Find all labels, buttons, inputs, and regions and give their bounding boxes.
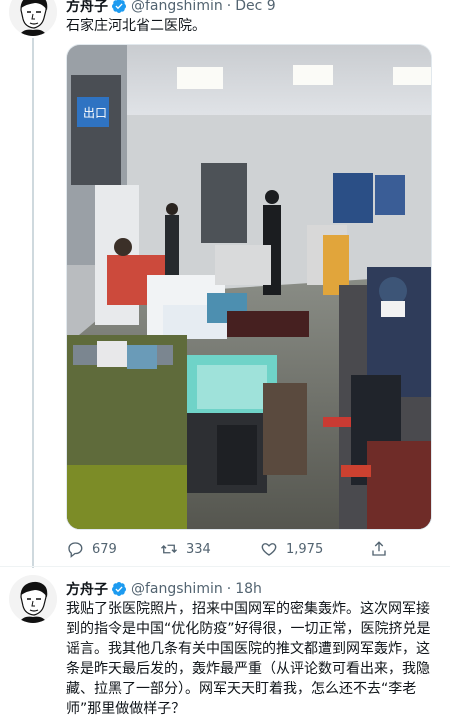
reply-icon bbox=[68, 542, 83, 558]
author-name[interactable]: 方舟子 bbox=[66, 579, 108, 599]
tweet-text: 我贴了张医院照片，招来中国网军的密集轰炸。这次网军接到的指令是中国“优化防疫”好… bbox=[66, 601, 431, 717]
like-button[interactable]: 1,975 bbox=[260, 540, 370, 558]
header-separator: · bbox=[226, 0, 232, 14]
header-separator: · bbox=[226, 581, 232, 597]
like-count: 1,975 bbox=[286, 541, 324, 557]
retweet-button[interactable]: 334 bbox=[160, 540, 260, 558]
verified-badge-icon bbox=[111, 0, 127, 14]
retweet-icon bbox=[161, 544, 177, 554]
tweet-photo-hospital-corridor[interactable]: 出口 bbox=[66, 44, 432, 530]
tweet-actions: 679 334 1,975 bbox=[66, 538, 406, 560]
photo-exit-sign: 出口 bbox=[83, 106, 107, 120]
tweet-2[interactable]: 方舟子 @fangshimin · 18h 我贴了张医院照片，招来中国网军的密集… bbox=[0, 566, 450, 717]
tweet-header: 方舟子 @fangshimin · 18h bbox=[66, 579, 262, 599]
tweet-date[interactable]: Dec 9 bbox=[235, 0, 275, 14]
author-avatar[interactable] bbox=[9, 575, 57, 623]
author-handle[interactable]: @fangshimin bbox=[131, 581, 223, 597]
reply-count: 679 bbox=[92, 541, 117, 557]
share-icon bbox=[372, 541, 386, 556]
thread-connector-line bbox=[32, 38, 34, 568]
retweet-count: 334 bbox=[186, 541, 211, 557]
tweet-header: 方舟子 @fangshimin · Dec 9 bbox=[66, 0, 276, 16]
reply-button[interactable]: 679 bbox=[66, 540, 160, 558]
share-button[interactable] bbox=[370, 540, 396, 558]
author-name[interactable]: 方舟子 bbox=[66, 0, 108, 16]
author-handle[interactable]: @fangshimin bbox=[131, 0, 223, 14]
author-avatar[interactable] bbox=[9, 0, 57, 36]
tweet-text: 石家庄河北省二医院。 bbox=[66, 18, 206, 34]
verified-badge-icon bbox=[111, 581, 127, 597]
heart-icon bbox=[261, 543, 277, 556]
tweet-1[interactable]: 方舟子 @fangshimin · Dec 9 石家庄河北省二医院。 出口 67… bbox=[0, 0, 450, 568]
tweet-date[interactable]: 18h bbox=[235, 581, 262, 597]
